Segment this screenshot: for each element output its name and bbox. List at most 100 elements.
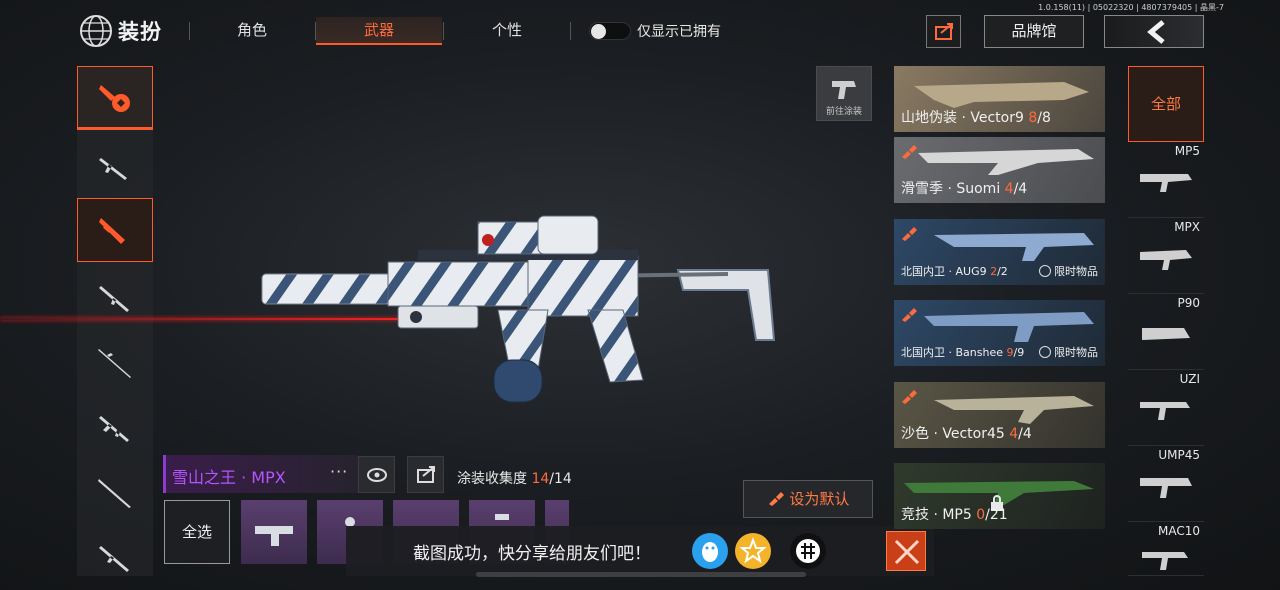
weapon-art-icon xyxy=(924,312,1094,342)
category-assault-rifle[interactable] xyxy=(77,136,153,200)
shotgun-icon xyxy=(99,286,129,312)
category-marksman[interactable] xyxy=(77,461,153,525)
goto-paint-label: 前往涂装 xyxy=(825,107,862,117)
set-default-button[interactable]: 设为默认 xyxy=(743,480,873,518)
share-icon xyxy=(417,466,435,483)
mpx-icon xyxy=(1140,250,1192,270)
paint-tag-icon xyxy=(902,227,917,241)
weapon-preview-mpx xyxy=(261,215,776,403)
type-item-mp5[interactable]: MP5 xyxy=(1128,142,1204,218)
owned-only-label: 仅显示已拥有 xyxy=(637,24,721,40)
type-label: MPX xyxy=(1174,220,1200,234)
share-icon xyxy=(935,23,953,40)
type-item-p90[interactable]: P90 xyxy=(1128,294,1204,370)
weapon-art-icon xyxy=(934,396,1094,424)
close-icon xyxy=(894,539,920,565)
skin-name: 竞技 · MP5 xyxy=(901,507,977,523)
select-all-button[interactable]: 全选 xyxy=(164,500,230,564)
skin-total: /21 xyxy=(985,507,1008,523)
type-item-mac10[interactable]: MAC10 xyxy=(1128,522,1204,576)
assault-rifle-icon xyxy=(99,158,127,180)
limited-tag: 限时物品 xyxy=(1039,263,1098,279)
eye-icon xyxy=(367,468,387,482)
collection-label: 涂装收集度 xyxy=(457,471,527,487)
divider xyxy=(570,22,571,40)
type-all-button[interactable]: 全部 xyxy=(1128,66,1204,142)
p90-icon xyxy=(1142,328,1190,340)
owned-only-toggle[interactable] xyxy=(589,22,631,40)
skin-card[interactable]: 山地伪装 · Vector9 8/8 xyxy=(894,66,1105,132)
skin-card[interactable]: 竞技 · MP5 0/21 xyxy=(894,463,1105,529)
qq-icon[interactable] xyxy=(692,533,728,569)
weapon-art-icon xyxy=(934,233,1094,261)
category-paint[interactable] xyxy=(77,66,153,130)
skin-total: /4 xyxy=(1018,426,1032,442)
skin-name: 北国内卫 · Banshee xyxy=(901,346,1007,359)
skin-count: 4 xyxy=(1009,426,1019,442)
uzi-icon xyxy=(1140,402,1190,420)
skin-total: /8 xyxy=(1037,110,1051,126)
marksman-rifle-icon xyxy=(98,479,131,508)
skin-count: 0 xyxy=(976,507,986,523)
weapon-art-icon xyxy=(918,149,1094,175)
brand-hall-button[interactable]: 品牌馆 xyxy=(984,15,1084,48)
toast-text: 截图成功，快分享给朋友们吧！ xyxy=(413,544,651,564)
skin-thumbnail[interactable] xyxy=(241,500,307,564)
category-smg[interactable] xyxy=(77,198,153,262)
type-item-mpx[interactable]: MPX xyxy=(1128,218,1204,294)
collection-progress: 涂装收集度 14/14 xyxy=(457,468,572,488)
type-label: MAC10 xyxy=(1158,524,1200,538)
back-button[interactable] xyxy=(1104,15,1204,48)
current-skin-name: 雪山之王 · MPX xyxy=(172,468,286,487)
skin-name: 沙色 · Vector45 xyxy=(901,426,1010,442)
paint-gun-icon xyxy=(832,81,856,99)
page-title: 装扮 xyxy=(118,20,162,44)
rifle-icon xyxy=(99,546,129,572)
skin-count: 4 xyxy=(1004,181,1014,197)
mac10-icon xyxy=(1142,552,1188,570)
mp5-icon xyxy=(1140,174,1192,192)
skin-card[interactable]: 北国内卫 · AUG9 2/2 限时物品 xyxy=(894,219,1105,285)
category-shotgun[interactable] xyxy=(77,266,153,330)
skin-card[interactable]: 北国内卫 · Banshee 9/9 限时物品 xyxy=(894,300,1105,366)
tab-character[interactable]: 角色 xyxy=(189,17,315,45)
tab-personal[interactable]: 个性 xyxy=(444,17,570,45)
share-app-icon[interactable] xyxy=(790,533,826,569)
weapon-type-list: 全部 MP5 MPX P90 UZI UMP45 MAC10 xyxy=(1128,66,1204,576)
scroll-indicator[interactable] xyxy=(476,572,806,577)
skin-card[interactable]: 滑雪季 · Suomi 4/4 xyxy=(894,137,1105,203)
skin-total: /2 xyxy=(997,265,1008,278)
skin-card[interactable]: 沙色 · Vector45 4/4 xyxy=(894,382,1105,448)
category-rifle[interactable] xyxy=(77,526,153,590)
category-sniper[interactable] xyxy=(77,331,153,395)
collection-total: /14 xyxy=(549,471,572,487)
skin-total: /9 xyxy=(1013,346,1025,359)
version-info: 1.0.158(11) | 05022320 | 4807379405 | 晶黑… xyxy=(1038,3,1224,12)
type-item-ump45[interactable]: UMP45 xyxy=(1128,446,1204,522)
paint-tag-icon xyxy=(902,308,917,322)
close-toast-button[interactable] xyxy=(886,531,926,571)
set-default-label: 设为默认 xyxy=(789,490,850,508)
share-skin-button[interactable] xyxy=(407,456,444,493)
tab-weapon[interactable]: 武器 xyxy=(316,17,442,45)
more-options-button[interactable]: ··· xyxy=(330,462,348,481)
category-lmg[interactable] xyxy=(77,396,153,460)
preview-button[interactable] xyxy=(358,456,395,493)
skin-name: 滑雪季 · Suomi xyxy=(901,181,1005,197)
paint-brush-icon xyxy=(768,492,784,506)
skin-total: /4 xyxy=(1013,181,1028,197)
weapon-category-list xyxy=(77,66,153,576)
qzone-icon[interactable] xyxy=(735,533,771,569)
globe-logo-icon xyxy=(78,14,114,48)
type-item-uzi[interactable]: UZI xyxy=(1128,370,1204,446)
skin-name: 北国内卫 · AUG9 xyxy=(901,265,991,278)
type-label: MP5 xyxy=(1174,144,1200,158)
collection-current: 14 xyxy=(531,471,550,487)
back-arrow-icon xyxy=(1147,20,1165,44)
type-label: UZI xyxy=(1179,372,1200,386)
skin-count: 8 xyxy=(1028,110,1038,126)
share-top-button[interactable] xyxy=(926,15,961,48)
smg-icon xyxy=(99,218,125,244)
type-label: P90 xyxy=(1177,296,1200,310)
goto-paint-button[interactable]: 前往涂装 xyxy=(816,66,872,121)
